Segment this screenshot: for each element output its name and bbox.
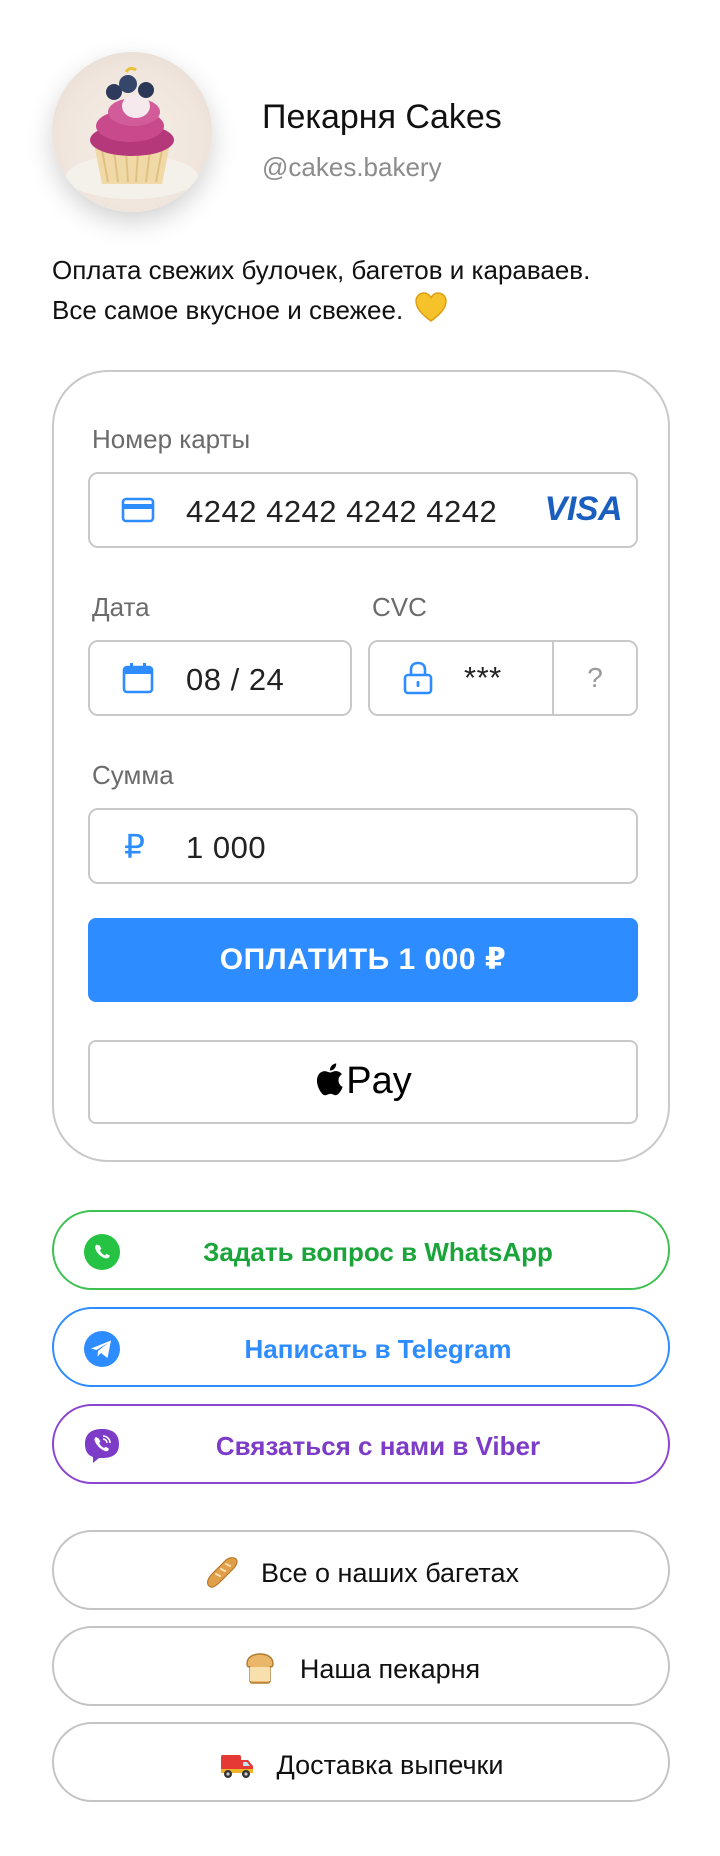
link-baguettes-content: Все о наших багетах (54, 1554, 668, 1590)
baguette-icon (207, 1557, 238, 1588)
description-line-2: Все самое вкусное и свежее. (52, 290, 692, 330)
amount-label: Сумма (92, 760, 174, 790)
card-number-input[interactable]: 4242 4242 4242 4242 VISA (88, 472, 638, 548)
visa-logo: VISA (544, 490, 623, 528)
link-delivery-content: Доставка выпечки (54, 1746, 668, 1782)
apple-pay-label: Pay (346, 1060, 412, 1102)
link-baguettes[interactable]: Все о наших багетах (52, 1530, 670, 1610)
cupcake-image (66, 66, 198, 199)
amount-value: 1 000 (186, 830, 267, 865)
credit-card-icon (121, 497, 155, 523)
profile-handle: @cakes.bakery (262, 152, 442, 182)
profile-name: Пекарня Cakes (262, 98, 502, 136)
link-bakery[interactable]: Наша пекарня (52, 1626, 670, 1706)
cvc-input[interactable]: *** ? (368, 640, 638, 716)
link-baguettes-label: Все о наших багетах (260, 1558, 520, 1588)
link-bakery-label: Наша пекарня (299, 1654, 481, 1684)
profile-description: Оплата свежих булочек, багетов и каравае… (52, 250, 692, 330)
whatsapp-button[interactable]: Задать вопрос в WhatsApp (52, 1210, 670, 1290)
cvc-label: CVC (372, 592, 427, 622)
card-number-value: 4242 4242 4242 4242 (186, 494, 498, 529)
delivery-truck-icon (220, 1755, 253, 1778)
payment-form: Номер карты 4242 4242 4242 4242 VISA Дат… (52, 370, 670, 1162)
amount-input[interactable]: ₽ 1 000 (88, 808, 638, 884)
apple-pay-content: Pay (90, 1060, 636, 1103)
viber-button-label: Связаться с нами в Viber (215, 1431, 541, 1461)
description-line-2-text: Все самое вкусное и свежее. (52, 295, 404, 325)
cvc-value: *** (464, 660, 502, 695)
expiry-date-input[interactable]: 08 / 24 (88, 640, 352, 716)
description-line-1: Оплата свежих булочек, багетов и каравае… (52, 255, 591, 285)
telegram-button[interactable]: Написать в Telegram (52, 1307, 670, 1387)
calendar-icon (122, 663, 154, 694)
telegram-button-label: Написать в Telegram (244, 1334, 512, 1364)
expiry-date-value: 08 / 24 (186, 662, 285, 697)
ruble-icon: ₽ (124, 828, 145, 865)
link-delivery[interactable]: Доставка выпечки (52, 1722, 670, 1802)
bakery-avatar (52, 52, 212, 212)
apple-pay-button[interactable]: Pay (88, 1040, 638, 1124)
whatsapp-button-label: Задать вопрос в WhatsApp (203, 1237, 553, 1267)
link-delivery-label: Доставка выпечки (276, 1750, 504, 1780)
viber-button[interactable]: Связаться с нами в Viber (52, 1404, 670, 1484)
card-number-label: Номер карты (92, 424, 251, 454)
date-label: Дата (92, 592, 150, 622)
lock-icon (403, 661, 433, 695)
cvc-help-button[interactable]: ? (554, 662, 636, 694)
apple-icon (317, 1063, 343, 1096)
yellow-heart-icon (415, 292, 448, 322)
link-bakery-content: Наша пекарня (54, 1650, 668, 1686)
pay-button[interactable]: ОПЛАТИТЬ 1 000 ₽ (88, 918, 638, 1002)
bread-icon (246, 1653, 274, 1684)
